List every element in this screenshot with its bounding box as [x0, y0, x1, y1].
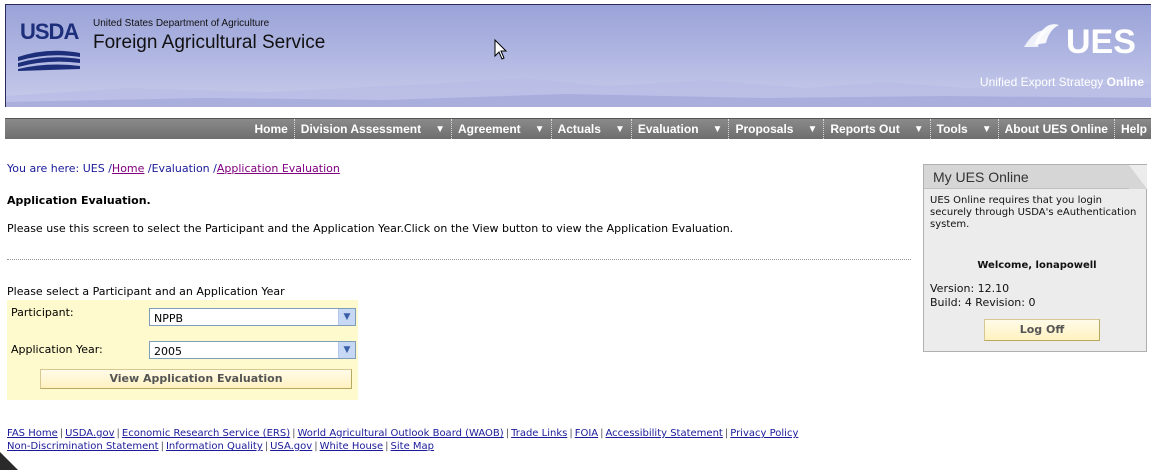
application-year-label: Application Year:: [11, 343, 103, 356]
nav-item-division-assessment[interactable]: Division Assessment ▼: [295, 119, 452, 139]
caret-down-icon[interactable]: ▼: [914, 124, 924, 135]
selection-form: Participant: NPPB ▼ Application Year: 20…: [7, 300, 358, 400]
breadcrumb-middle: /Evaluation /: [144, 162, 217, 175]
version-info: Version: 12.10 Build: 4 Revision: 0: [930, 282, 1035, 310]
view-application-evaluation-button[interactable]: View Application Evaluation: [40, 369, 352, 389]
nav-item-about-ues-online[interactable]: About UES Online: [999, 119, 1115, 139]
footer-link-information-quality[interactable]: Information Quality: [166, 441, 263, 452]
chevron-down-icon[interactable]: ▼: [338, 342, 355, 358]
header-gap: [5, 107, 1151, 118]
breadcrumb-prefix: You are here: UES /: [7, 162, 112, 175]
instructions-text: Please use this screen to select the Par…: [7, 222, 734, 235]
caret-down-icon[interactable]: ▼: [535, 124, 545, 135]
footer-link-white-house[interactable]: White House: [320, 441, 384, 452]
nav-item-agreement[interactable]: Agreement ▼: [452, 119, 552, 139]
version-text: Version: 12.10: [930, 282, 1010, 295]
log-off-button[interactable]: Log Off: [984, 319, 1100, 341]
nav-item-label: Home: [254, 122, 288, 136]
welcome-text: Welcome, lonapowell: [977, 260, 1097, 271]
panel-title: My UES Online: [924, 165, 1130, 189]
footer-line-1: FAS Home | USDA.gov | Economic Research Serv…: [7, 427, 1147, 440]
usda-logo-swoosh: [18, 50, 80, 71]
usda-logo-text: USDA: [20, 19, 79, 44]
header-banner: USDA United States Department of Agricul…: [5, 4, 1151, 108]
footer-link-site-map[interactable]: Site Map: [391, 441, 434, 452]
breadcrumb-home-link[interactable]: Home: [112, 162, 144, 175]
footer-separator: |: [160, 441, 164, 452]
tagline-main: Unified Export Strategy: [979, 75, 1104, 89]
footer-link-accessibility-statement[interactable]: Accessibility Statement: [606, 428, 723, 439]
application-year-select-value: 2005: [154, 345, 182, 358]
panel-body: UES Online requires that you login secur…: [930, 195, 1144, 309]
participant-select-value: NPPB: [154, 312, 184, 325]
nav-item-label: Evaluation: [637, 122, 699, 136]
footer-separator: |: [569, 428, 573, 439]
caret-down-icon[interactable]: ▼: [435, 124, 445, 135]
ues-logo-text: UES: [1066, 23, 1136, 61]
footer-separator: |: [385, 441, 389, 452]
nav-item-label: About UES Online: [1004, 122, 1108, 136]
footer-link-privacy-policy[interactable]: Privacy Policy: [730, 428, 798, 439]
nav-item-evaluation[interactable]: Evaluation ▼: [632, 119, 730, 139]
select-prompt: Please select a Participant and an Appli…: [7, 285, 285, 298]
my-ues-online-panel: My UES Online UES Online requires that y…: [923, 164, 1147, 352]
build-text: Build: 4 Revision: 0: [930, 296, 1036, 309]
divider: [7, 259, 911, 260]
footer-separator: |: [59, 428, 64, 439]
tagline-bold: Online: [1106, 75, 1144, 89]
footer-separator: |: [116, 428, 120, 439]
corner-decoration: [0, 452, 18, 470]
footer-link-non-discrimination-statement[interactable]: Non-Discrimination Statement: [7, 441, 159, 452]
footer-link-trade-links[interactable]: Trade Links: [511, 428, 567, 439]
nav-item-label: Proposals: [735, 122, 794, 136]
page-title: Application Evaluation.: [7, 194, 151, 207]
nav-item-label: Agreement: [457, 122, 521, 136]
main-nav: Home Division Assessment ▼ Agreement ▼ Actual…: [5, 118, 1151, 139]
usda-logo[interactable]: USDA: [18, 19, 86, 73]
footer-link-usa-gov[interactable]: USA.gov: [270, 441, 312, 452]
chevron-down-icon[interactable]: ▼: [338, 309, 355, 325]
footer-separator: |: [505, 428, 510, 439]
footer-separator: |: [314, 441, 318, 452]
participant-label: Participant:: [11, 306, 74, 319]
nav-item-label: Tools: [936, 122, 968, 136]
nav-item-tools[interactable]: Tools ▼: [931, 119, 999, 139]
nav-item-label: Help: [1120, 122, 1147, 136]
caret-down-icon[interactable]: ▼: [982, 124, 992, 135]
caret-down-icon[interactable]: ▼: [713, 124, 723, 135]
application-year-select[interactable]: 2005 ▼: [149, 341, 356, 359]
panel-message: UES Online requires that you login secur…: [930, 195, 1137, 230]
caret-down-icon[interactable]: ▼: [615, 124, 625, 135]
footer-line-2: Non-Discrimination Statement | Information…: [7, 440, 1147, 453]
nav-item-label: Division Assessment: [300, 122, 422, 136]
nav-item-help[interactable]: Help: [1115, 119, 1151, 139]
breadcrumb: You are here: UES /Home /Evaluation /App…: [7, 162, 340, 175]
nav-item-reports-out[interactable]: Reports Out ▼: [824, 119, 931, 139]
ues-tagline: Unified Export Strategy Online: [980, 75, 1144, 89]
footer-links: FAS Home | USDA.gov | Economic Research Serv…: [7, 427, 1147, 453]
footer-link-economic-research-service-ers[interactable]: Economic Research Service (ERS): [122, 428, 290, 439]
footer-separator: |: [264, 441, 269, 452]
department-name: United States Department of Agriculture: [93, 18, 270, 29]
ues-logo: UES: [1024, 23, 1136, 61]
footer-separator: |: [600, 428, 604, 439]
breadcrumb-current-link[interactable]: Application Evaluation: [217, 162, 340, 175]
nav-item-actuals[interactable]: Actuals ▼: [552, 119, 632, 139]
nav-item-proposals[interactable]: Proposals ▼: [729, 119, 825, 139]
mouse-cursor-icon: [494, 39, 508, 60]
footer-link-usda-gov[interactable]: USDA.gov: [65, 428, 114, 439]
caret-down-icon[interactable]: ▼: [807, 124, 817, 135]
nav-item-home[interactable]: Home: [248, 119, 295, 139]
footer-link-fas-home[interactable]: FAS Home: [7, 428, 58, 439]
footer-link-world-agricultural-outlook-board-waob[interactable]: World Agricultural Outlook Board (WAOB): [297, 428, 503, 439]
agency-name: Foreign Agricultural Service: [93, 32, 326, 53]
participant-select[interactable]: NPPB ▼: [149, 308, 356, 326]
nav-item-label: Reports Out: [830, 122, 900, 136]
footer-link-foia[interactable]: FOIA: [575, 428, 598, 439]
nav-item-label: Actuals: [557, 122, 601, 136]
panel-tab-corner: [1129, 165, 1147, 189]
